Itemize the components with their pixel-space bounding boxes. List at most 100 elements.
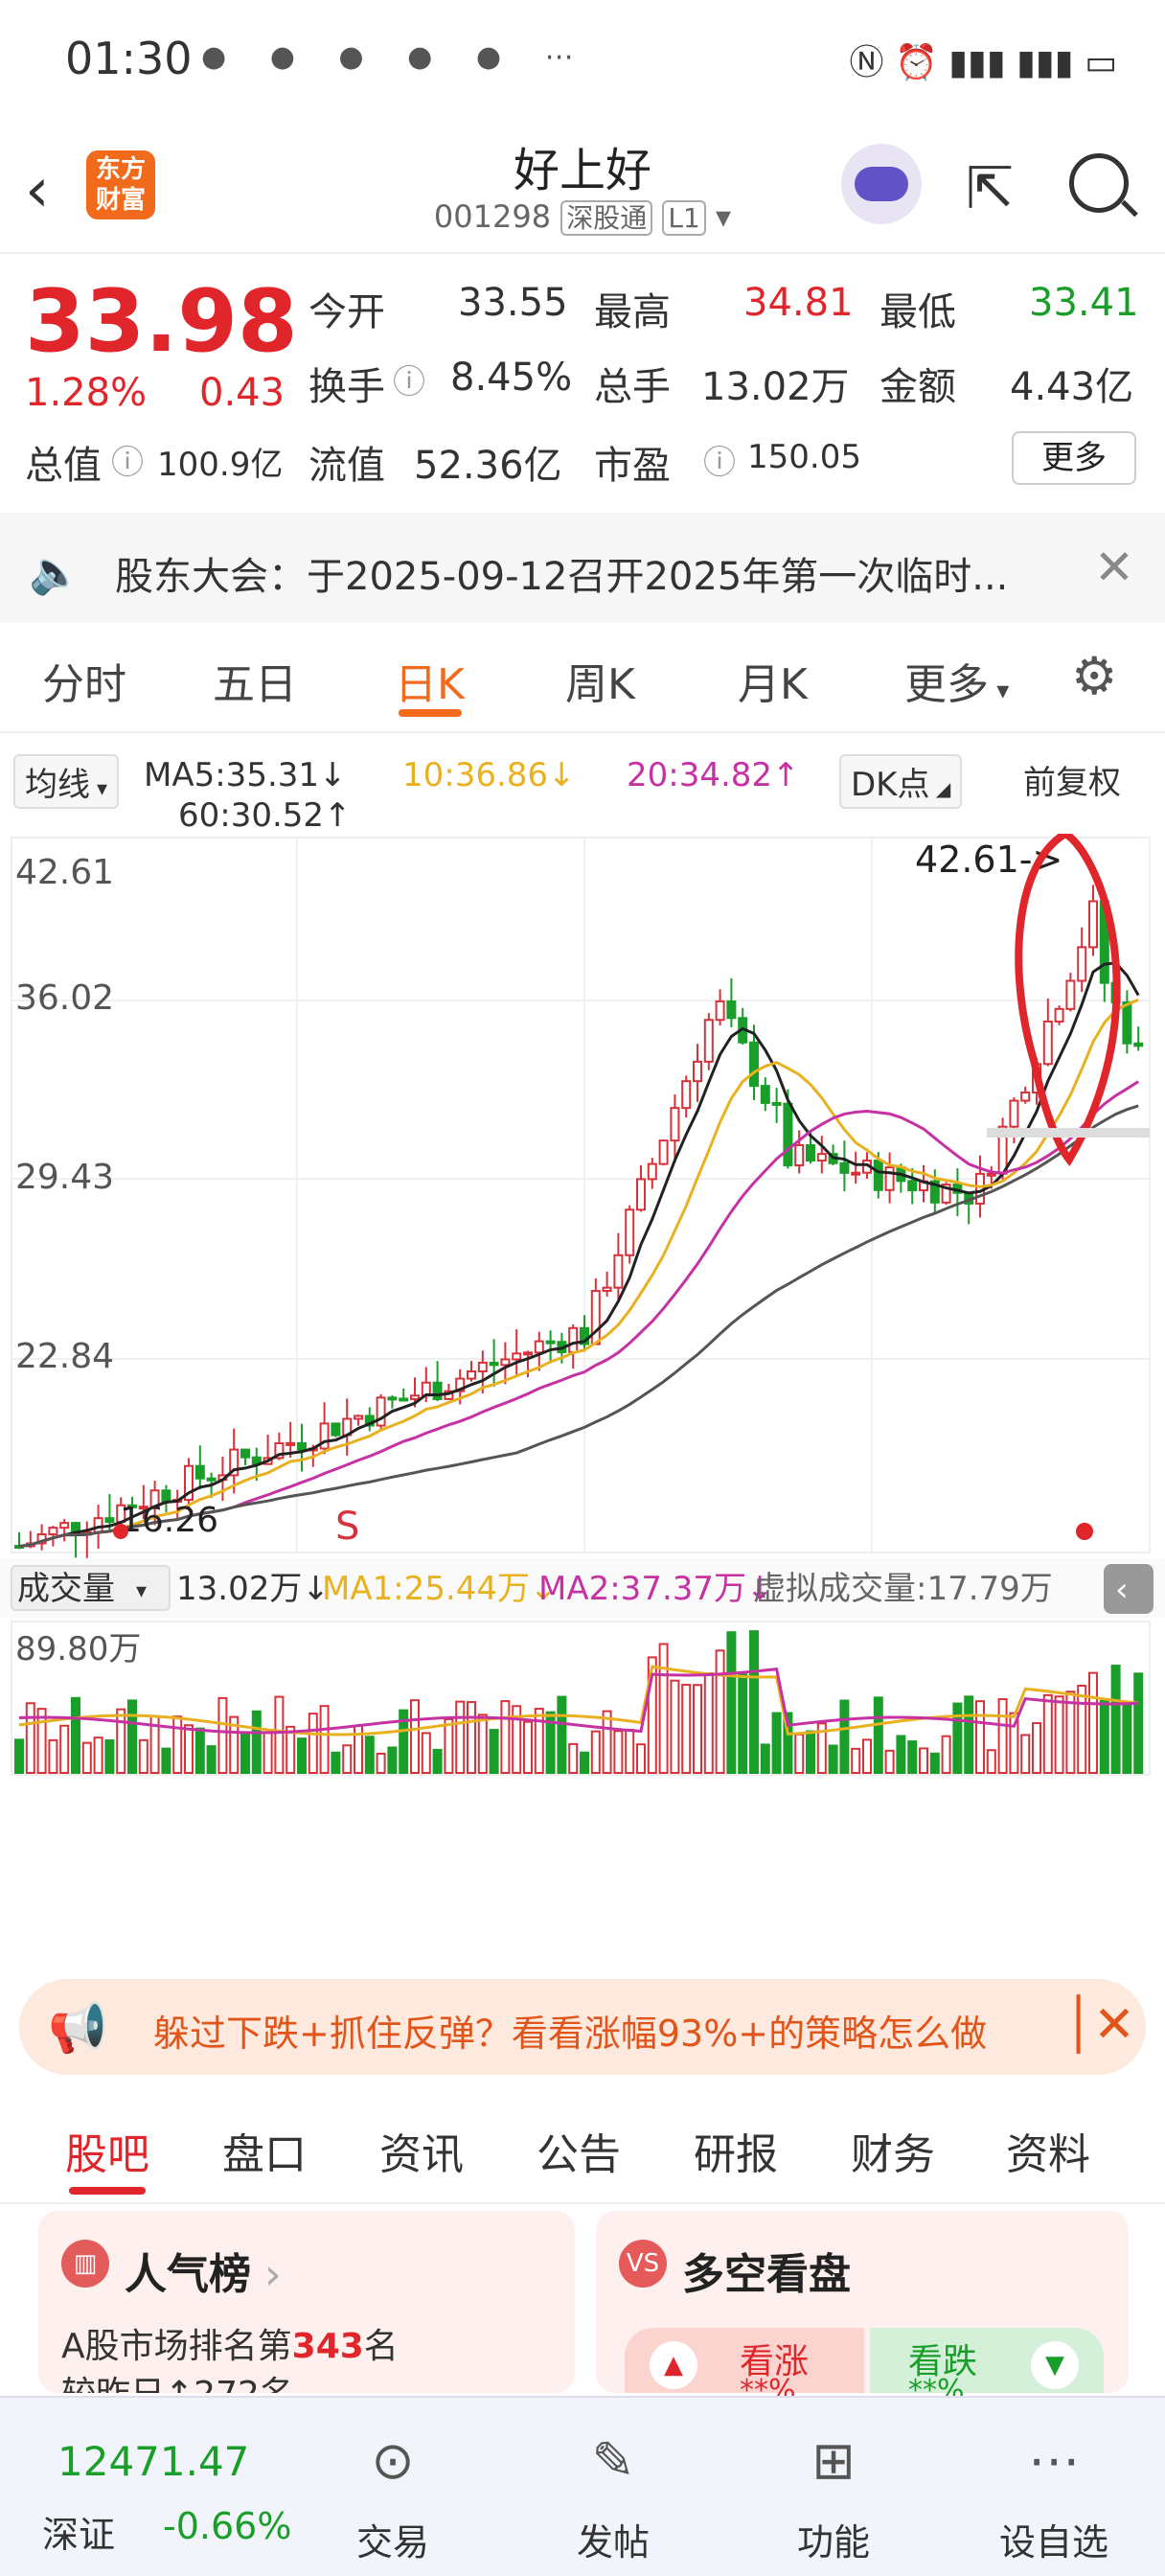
candle <box>1020 1092 1031 1102</box>
more-icon[interactable]: ⋯ <box>987 2430 1121 2491</box>
candle <box>726 1000 737 1020</box>
candle <box>1009 1099 1019 1128</box>
close-icon[interactable]: │✕ <box>1063 1996 1135 2054</box>
tab-finance[interactable]: 财务 <box>851 2120 935 2181</box>
volume-bar <box>477 1714 488 1775</box>
adjust-button[interactable]: 前复权 <box>1014 754 1131 805</box>
megaphone-icon: 📢 <box>48 2000 108 2056</box>
kline-svg[interactable]: 42.61 36.02 29.43 22.84 42.61-> 16.26 S … <box>0 834 1165 1907</box>
info-icon[interactable]: ⓘ <box>393 356 425 402</box>
search-icon[interactable] <box>1069 153 1129 213</box>
candle <box>884 1166 895 1191</box>
bottom-nav: 12471.47 深证 -0.66% ⊙ 交易 ✎ 发帖 ⊞ 功能 ⋯ 设自选 <box>0 2396 1165 2576</box>
tab-daily[interactable]: 日K <box>395 650 465 711</box>
candle <box>161 1489 171 1503</box>
volume-bar <box>1054 1695 1064 1775</box>
nav-post[interactable]: 发帖 <box>546 2513 680 2565</box>
start-date: 20250414 <box>15 1905 191 1907</box>
candle <box>851 1171 861 1176</box>
tab-forum[interactable]: 股吧 <box>65 2120 149 2181</box>
tab-five-day[interactable]: 五日 <box>213 650 297 711</box>
change-percent: 1.28% <box>25 371 148 415</box>
tab-monthly[interactable]: 月K <box>738 650 808 711</box>
volume-bar <box>1020 1734 1031 1775</box>
gear-icon[interactable]: ⚙ <box>1071 646 1117 706</box>
volume-bar <box>364 1736 375 1774</box>
volume-bar <box>873 1696 883 1774</box>
market-tag: 深股通 <box>560 200 653 236</box>
low-label: 最低 <box>879 290 956 334</box>
cards: ▥ 人气榜 › A股市场排名第343名 较昨日↑272名 VS 多空看盘 ▲ 看… <box>0 2209 1165 2407</box>
ai-assistant-icon[interactable] <box>841 144 922 224</box>
info-icon[interactable]: ⓘ <box>703 436 736 483</box>
index-value[interactable]: 12471.47 <box>57 2438 249 2485</box>
volume-bar <box>194 1727 205 1774</box>
volume-bar <box>25 1702 35 1775</box>
trade-icon[interactable]: ⊙ <box>326 2430 460 2491</box>
long-short-card[interactable]: VS 多空看盘 ▲ 看涨 **% 看跌 **% ▼ <box>596 2211 1129 2407</box>
info-icon[interactable]: ⓘ <box>111 436 144 483</box>
grid-icon[interactable]: ⊞ <box>766 2430 901 2491</box>
low-label: 16.26 <box>120 1501 218 1540</box>
tab-intraday[interactable]: 分时 <box>42 650 126 711</box>
candle <box>647 1162 657 1181</box>
candle <box>658 1139 669 1165</box>
candle <box>104 1517 115 1524</box>
pe-label: 市盈 <box>594 444 671 488</box>
nav-functions[interactable]: 功能 <box>766 2513 901 2565</box>
index-change[interactable]: -0.66% <box>163 2505 291 2547</box>
volume-bar <box>274 1695 285 1774</box>
rank-text: A股市场排名第343名 <box>61 2327 399 2366</box>
tab-profile[interactable]: 资料 <box>1006 2120 1090 2181</box>
tab-research[interactable]: 研报 <box>694 2120 778 2181</box>
edit-icon[interactable]: ✎ <box>546 2430 680 2491</box>
ma20-value: 20:34.82↑ <box>627 756 800 794</box>
volume-bar <box>138 1738 148 1774</box>
turnover-value: 8.45% <box>450 356 573 400</box>
volume-bar <box>1110 1665 1121 1774</box>
volume-bar <box>975 1700 985 1775</box>
promo-banner[interactable]: 📢 躲过下跌+抓住反弹？看看涨幅93%+的策略怎么做 │✕ <box>19 1979 1146 2075</box>
kline-chart[interactable]: 42.61 36.02 29.43 22.84 42.61-> 16.26 S … <box>0 834 1165 1907</box>
mktcap-label: 总值 <box>25 444 102 488</box>
tab-announcements[interactable]: 公告 <box>537 2120 621 2181</box>
volume-bar <box>851 1747 861 1774</box>
candle <box>693 1060 702 1083</box>
status-time: 01:30 <box>65 33 193 84</box>
volume-bar <box>1032 1722 1041 1775</box>
status-bar: 01:30 ● ● ● ● ● ⋯ Ⓝ ⏰ ▮▮▮ ▮▮▮ ▭ <box>0 0 1165 115</box>
candle <box>500 1358 511 1367</box>
more-button[interactable]: 更多 <box>1012 431 1136 485</box>
tab-news[interactable]: 资讯 <box>379 2120 464 2181</box>
candle <box>839 1162 850 1174</box>
tab-more[interactable]: 更多 ▾ <box>904 650 1009 711</box>
system-icons: Ⓝ ⏰ ▮▮▮ ▮▮▮ ▭ <box>849 43 1117 82</box>
price-tick: 42.61 <box>15 853 114 892</box>
volume-bar <box>625 1728 635 1774</box>
volume-bar <box>997 1698 1008 1775</box>
high-label: 最高 <box>594 290 671 334</box>
volume-bar <box>839 1699 850 1774</box>
volume-bar <box>670 1679 680 1774</box>
nav-add-watchlist[interactable]: 设自选 <box>987 2513 1121 2565</box>
dk-point-button[interactable]: DK点 ◢ <box>839 754 963 809</box>
volume-value: 13.02万↓ <box>176 1570 330 1608</box>
bearish-button[interactable]: 看跌 **% ▼ <box>870 2328 1104 2407</box>
notice-text: 股东大会：于2025-09-12召开2025年第一次临时... <box>115 555 1009 599</box>
change-amount: 0.43 <box>199 371 286 415</box>
volume-bar <box>1088 1671 1098 1775</box>
share-icon[interactable]: ⇱ <box>966 155 1014 222</box>
index-name[interactable]: 深证 <box>42 2505 115 2558</box>
close-icon[interactable]: ✕ <box>1094 540 1134 595</box>
volume-bar <box>217 1696 228 1774</box>
tab-orderbook[interactable]: 盘口 <box>222 2120 307 2181</box>
popularity-card[interactable]: ▥ 人气榜 › A股市场排名第343名 较昨日↑272名 <box>38 2211 575 2393</box>
ma-selector[interactable]: 均线 ▾ <box>13 754 120 809</box>
amount-label: 金额 <box>879 365 956 409</box>
bullish-button[interactable]: ▲ 看涨 **% <box>625 2328 864 2407</box>
tab-weekly[interactable]: 周K <box>565 650 635 711</box>
notice-bar[interactable]: 🔈 股东大会：于2025-09-12召开2025年第一次临时... ✕ <box>0 513 1165 623</box>
volume-bar <box>636 1743 646 1775</box>
volume-bar <box>929 1752 940 1774</box>
nav-trade[interactable]: 交易 <box>326 2513 460 2565</box>
